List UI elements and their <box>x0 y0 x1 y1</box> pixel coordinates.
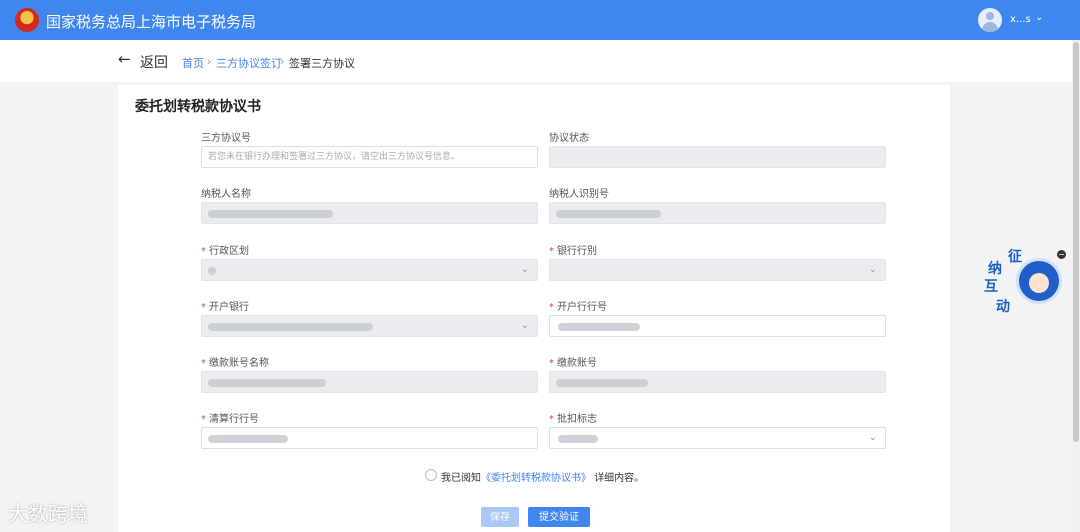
open-bank-label: * 开户银行 <box>201 302 249 313</box>
chevron-down-icon: ⌄ <box>520 320 529 331</box>
widget-char: 纳 <box>988 261 1002 277</box>
agree-text: 我已阅知《委托划转税款协议书》 详细内容。 <box>441 473 645 484</box>
tax-emblem-icon <box>15 8 39 32</box>
watermark: 大数跨境 <box>8 502 88 526</box>
chevron-down-icon: ⌄ <box>868 264 877 275</box>
scrollbar-thumb[interactable] <box>1073 42 1079 442</box>
admin-region-select[interactable]: ⌄ <box>201 259 538 281</box>
open-bank-no-input[interactable] <box>549 315 886 337</box>
back-button[interactable]: 返回 <box>140 52 168 72</box>
back-arrow-icon[interactable]: ← <box>118 50 131 68</box>
agreement-no-label: 三方协议号 <box>201 133 251 144</box>
user-name[interactable]: x...s <box>1010 14 1031 25</box>
batch-flag-label: * 批扣标志 <box>549 414 597 425</box>
mascot-icon <box>1016 258 1062 304</box>
widget-char: 互 <box>984 279 998 295</box>
close-icon[interactable]: − <box>1057 250 1066 259</box>
form-title: 委托划转税款协议书 <box>135 99 261 115</box>
agreement-link[interactable]: 《委托划转税款协议书》 <box>481 473 591 484</box>
batch-flag-select[interactable]: ⌄ <box>549 427 886 449</box>
chevron-down-icon[interactable]: ⌄ <box>1035 12 1043 23</box>
account-name-label: * 缴款账号名称 <box>201 358 269 369</box>
open-bank-no-label: * 开户行行号 <box>549 302 607 313</box>
interaction-widget[interactable]: 征 纳 互 动 − <box>978 246 1068 318</box>
clearing-bank-no-input[interactable] <box>201 427 538 449</box>
account-no-label: * 缴款账号 <box>549 358 597 369</box>
clearing-bank-no-label: * 清算行行号 <box>201 414 259 425</box>
app-title: 国家税务总局上海市电子税务局 <box>46 13 257 31</box>
taxpayer-id-label: 纳税人识别号 <box>549 189 609 200</box>
breadcrumb-agreement[interactable]: 三方协议签订 <box>216 55 282 71</box>
taxpayer-name-label: 纳税人名称 <box>201 189 251 200</box>
breadcrumb-separator-icon: › <box>207 55 212 68</box>
bank-type-label: * 银行行别 <box>549 246 597 257</box>
taxpayer-id-field <box>549 202 886 224</box>
agreement-no-input[interactable]: 若您未在银行办理和签署过三方协议，请空出三方协议号信息。 <box>201 146 538 168</box>
agreement-status-field <box>549 146 886 168</box>
widget-char: 征 <box>1008 249 1022 265</box>
breadcrumb-current: 签署三方协议 <box>289 57 355 70</box>
taxpayer-name-field <box>201 202 538 224</box>
chevron-down-icon: ⌄ <box>868 432 877 443</box>
breadcrumb-separator-icon: › <box>280 55 285 68</box>
chevron-down-icon: ⌄ <box>520 264 529 275</box>
admin-region-label: * 行政区划 <box>201 246 249 257</box>
widget-char: 动 <box>996 299 1010 315</box>
open-bank-select[interactable]: ⌄ <box>201 315 538 337</box>
agreement-status-label: 协议状态 <box>549 133 589 144</box>
bank-type-select[interactable]: ⌄ <box>549 259 886 281</box>
save-button[interactable]: 保存 <box>481 507 519 527</box>
user-avatar[interactable] <box>978 8 1002 32</box>
submit-verify-button[interactable]: 提交验证 <box>528 507 590 527</box>
account-no-field <box>549 371 886 393</box>
account-name-field <box>201 371 538 393</box>
breadcrumb-home[interactable]: 首页 <box>182 55 204 71</box>
agree-radio[interactable] <box>425 469 437 481</box>
